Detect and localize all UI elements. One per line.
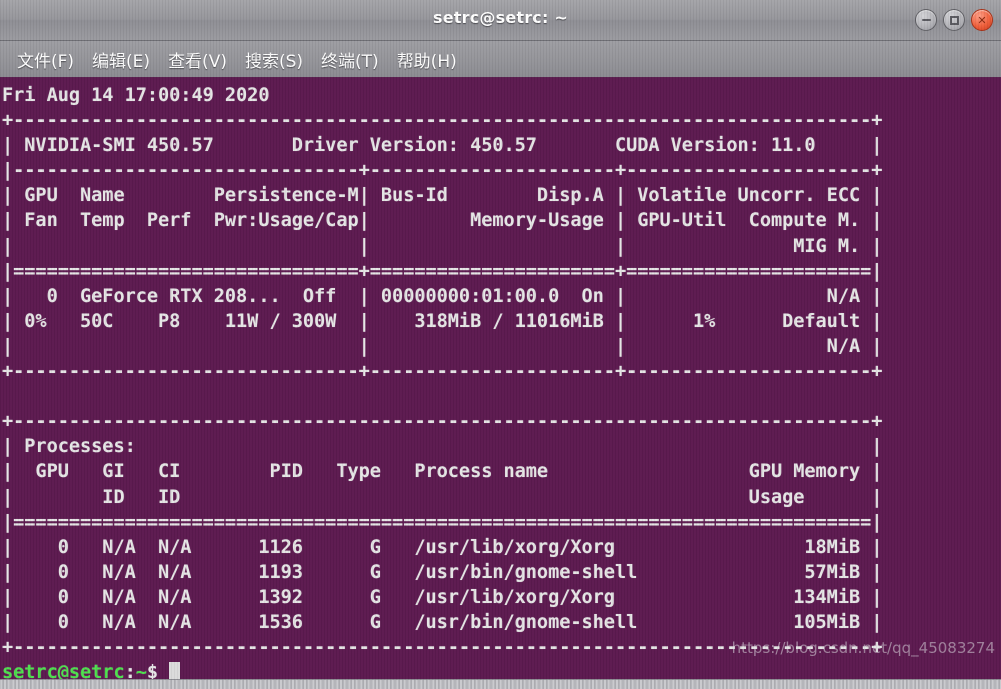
terminal-window: setrc@setrc: ~ ✕ 文件(F) 编辑(E) 查看(V) 搜索(S)… <box>0 0 1001 689</box>
window-controls: ✕ <box>915 9 993 31</box>
maximize-button[interactable] <box>943 9 965 31</box>
nvidia-smi-output: Fri Aug 14 17:00:49 2020 +--------------… <box>2 85 883 659</box>
minimize-button[interactable] <box>915 9 937 31</box>
menu-help[interactable]: 帮助(H) <box>388 45 466 74</box>
window-title: setrc@setrc: ~ <box>433 8 568 27</box>
prompt-user-host: setrc@setrc <box>2 662 125 679</box>
menu-bar: 文件(F) 编辑(E) 查看(V) 搜索(S) 终端(T) 帮助(H) <box>0 41 1001 78</box>
text-cursor <box>169 662 181 679</box>
terminal-body[interactable]: Fri Aug 14 17:00:49 2020 +--------------… <box>0 78 1001 679</box>
menu-file[interactable]: 文件(F) <box>8 45 83 74</box>
close-icon: ✕ <box>977 13 987 27</box>
close-button[interactable]: ✕ <box>971 9 993 31</box>
minimize-icon <box>921 19 931 21</box>
prompt-separator: : <box>124 662 136 679</box>
menu-view[interactable]: 查看(V) <box>159 45 236 74</box>
title-bar[interactable]: setrc@setrc: ~ ✕ <box>0 0 1001 41</box>
maximize-icon <box>949 15 959 25</box>
menu-edit[interactable]: 编辑(E) <box>83 45 159 74</box>
bottom-panel-strip <box>0 679 1001 689</box>
prompt-path: ~ <box>135 662 147 679</box>
terminal-screen: Fri Aug 14 17:00:49 2020 +--------------… <box>2 83 882 679</box>
menu-terminal[interactable]: 终端(T) <box>312 45 388 74</box>
menu-search[interactable]: 搜索(S) <box>236 45 312 74</box>
prompt-symbol: $ <box>146 662 159 679</box>
